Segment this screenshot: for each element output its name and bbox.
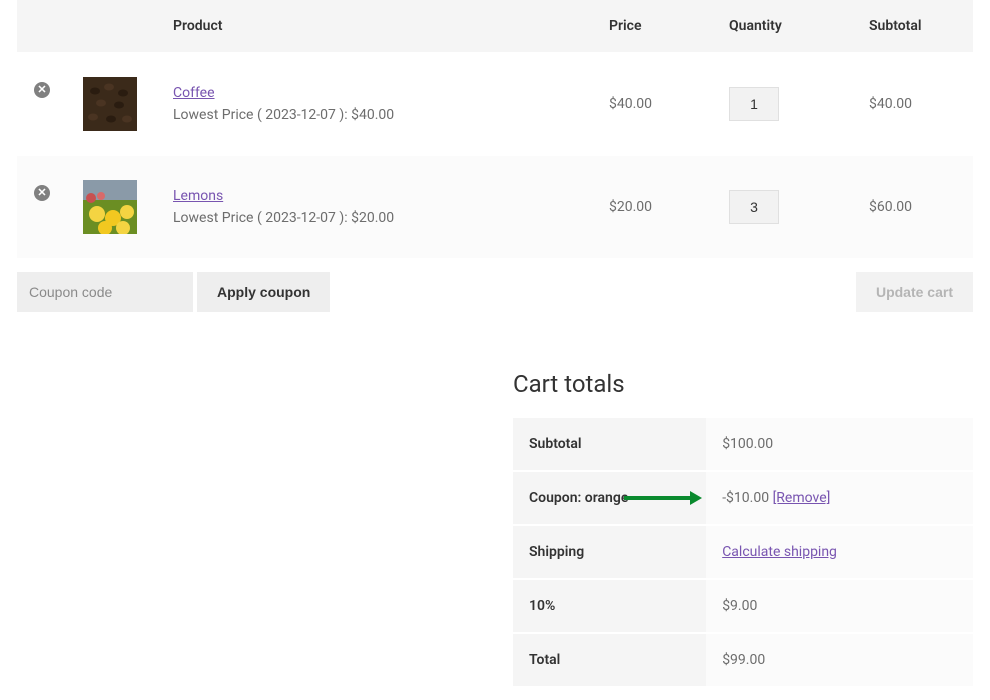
product-link[interactable]: Coffee (173, 85, 215, 101)
header-product: Product (157, 0, 593, 53)
quantity-input[interactable] (729, 190, 779, 224)
cart-totals-table: Subtotal $100.00 Coupon: orange -$10.00 … (513, 418, 973, 688)
lowest-price-text: Lowest Price ( 2023-12-07 ): $20.00 (173, 210, 577, 226)
quantity-input[interactable] (729, 87, 779, 121)
price-cell: $20.00 (593, 156, 713, 259)
totals-tax-label: 10% (513, 579, 706, 633)
cart-totals-title: Cart totals (513, 370, 973, 398)
arrow-annotation-icon (624, 490, 702, 506)
remove-item-button[interactable]: ✕ (34, 185, 50, 201)
apply-coupon-button[interactable]: Apply coupon (197, 272, 330, 312)
totals-subtotal-value: $100.00 (706, 418, 973, 471)
totals-coupon-value: -$10.00 (722, 490, 769, 506)
lowest-price-text: Lowest Price ( 2023-12-07 ): $40.00 (173, 107, 577, 123)
price-cell: $40.00 (593, 53, 713, 156)
totals-tax-value: $9.00 (706, 579, 973, 633)
table-row: ✕ Coffee (17, 53, 973, 156)
header-subtotal: Subtotal (853, 0, 973, 53)
header-price: Price (593, 0, 713, 53)
table-row: ✕ Lemons (17, 156, 973, 259)
subtotal-cell: $60.00 (853, 156, 973, 259)
product-thumbnail[interactable] (83, 77, 137, 131)
totals-total-label: Total (513, 633, 706, 687)
remove-coupon-link[interactable]: [Remove] (773, 490, 831, 506)
calculate-shipping-link[interactable]: Calculate shipping (722, 544, 837, 560)
product-thumbnail[interactable] (83, 180, 137, 234)
product-link[interactable]: Lemons (173, 188, 223, 204)
totals-shipping-label: Shipping (513, 525, 706, 579)
cart-table: Product Price Quantity Subtotal ✕ (17, 0, 973, 258)
subtotal-cell: $40.00 (853, 53, 973, 156)
header-quantity: Quantity (713, 0, 853, 53)
coupon-code-input[interactable] (17, 272, 193, 312)
totals-total-value: $99.00 (706, 633, 973, 687)
update-cart-button[interactable]: Update cart (856, 272, 973, 312)
totals-subtotal-label: Subtotal (513, 418, 706, 471)
remove-item-button[interactable]: ✕ (34, 82, 50, 98)
